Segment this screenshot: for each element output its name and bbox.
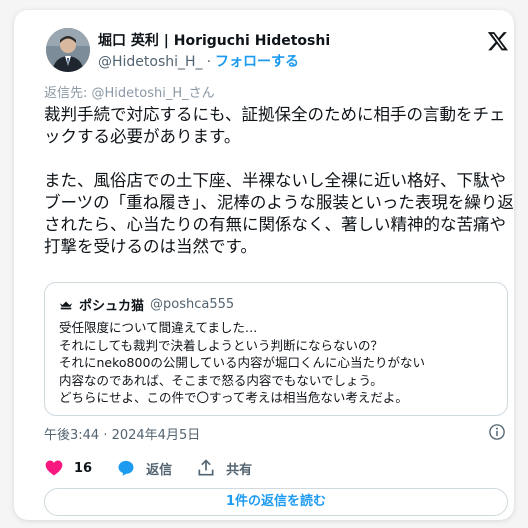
- author-name[interactable]: 堀口 英利 | Horiguchi Hidetoshi: [98, 30, 330, 50]
- quoted-author-handle: @poshca555: [150, 297, 235, 312]
- tweet-paragraph: また、風俗店での土下座、半裸ないし全裸に近い格好、下駄やブーツの「重ね履き」、泥…: [44, 171, 514, 256]
- like-count: 16: [74, 460, 93, 476]
- read-replies-button[interactable]: 1件の返信を読む: [44, 488, 508, 516]
- share-icon: [198, 459, 214, 476]
- reply-label: 返信: [146, 462, 173, 478]
- quoted-tweet-text: 受任限度について間違えてました… それにしても裁判で決着しようという判断にならな…: [59, 319, 425, 407]
- quoted-line: 内容なのであれば、そこまで怒る内容でもないでしょう。: [59, 372, 383, 388]
- info-icon[interactable]: [488, 423, 506, 441]
- avatar-photo: [46, 28, 90, 72]
- avatar[interactable]: [46, 28, 90, 72]
- quoted-author-name: ポシュカ猫: [79, 299, 145, 314]
- follow-button[interactable]: フォローする: [215, 54, 299, 70]
- share-label: 共有: [226, 462, 253, 478]
- author-handle[interactable]: @Hidetoshi_H_: [98, 54, 203, 70]
- quoted-line: どちらにせよ、この件で〇すって考えは相当危ない考えだよ。: [59, 390, 408, 405]
- reply-bubble-icon: [118, 460, 134, 476]
- heart-icon: [45, 460, 63, 476]
- reply-to-text[interactable]: 返信先: @Hidetoshi_H_さん: [44, 82, 215, 101]
- separator-dot: ·: [206, 54, 212, 70]
- action-bar: 16 返信 共有: [44, 458, 252, 478]
- tweet-paragraph: 裁判手続で対応するにも、証拠保全のために相手の言動をチェックする必要があります。: [44, 105, 506, 146]
- quoted-line: 受任限度について間違えてました…: [59, 320, 258, 335]
- quoted-tweet[interactable]: ポシュカ猫 @poshca555 受任限度について間違えてました… それにしても…: [44, 282, 508, 416]
- tweet-text: 裁判手続で対応するにも、証拠保全のために相手の言動をチェックする必要があります。…: [44, 104, 514, 258]
- tweet-card: 堀口 英利 | Horiguchi Hidetoshi @Hidetoshi_H…: [14, 10, 514, 520]
- author-handle-row: @Hidetoshi_H_ · フォローする: [98, 51, 299, 71]
- quoted-line: それにしても裁判で決着しようという判断にならないの？: [59, 337, 384, 353]
- like-button[interactable]: 16: [44, 458, 92, 478]
- cat-icon: [59, 301, 73, 309]
- quoted-tweet-header: ポシュカ猫 @poshca555: [59, 295, 234, 314]
- reply-button[interactable]: 返信: [116, 458, 172, 478]
- x-logo-icon[interactable]: [487, 30, 509, 52]
- timestamp[interactable]: 午後3:44 · 2024年4月5日: [44, 424, 200, 443]
- share-button[interactable]: 共有: [196, 458, 252, 478]
- quoted-line: それにneko800の公開している内容が堀口くんに心当たりがない: [59, 355, 426, 370]
